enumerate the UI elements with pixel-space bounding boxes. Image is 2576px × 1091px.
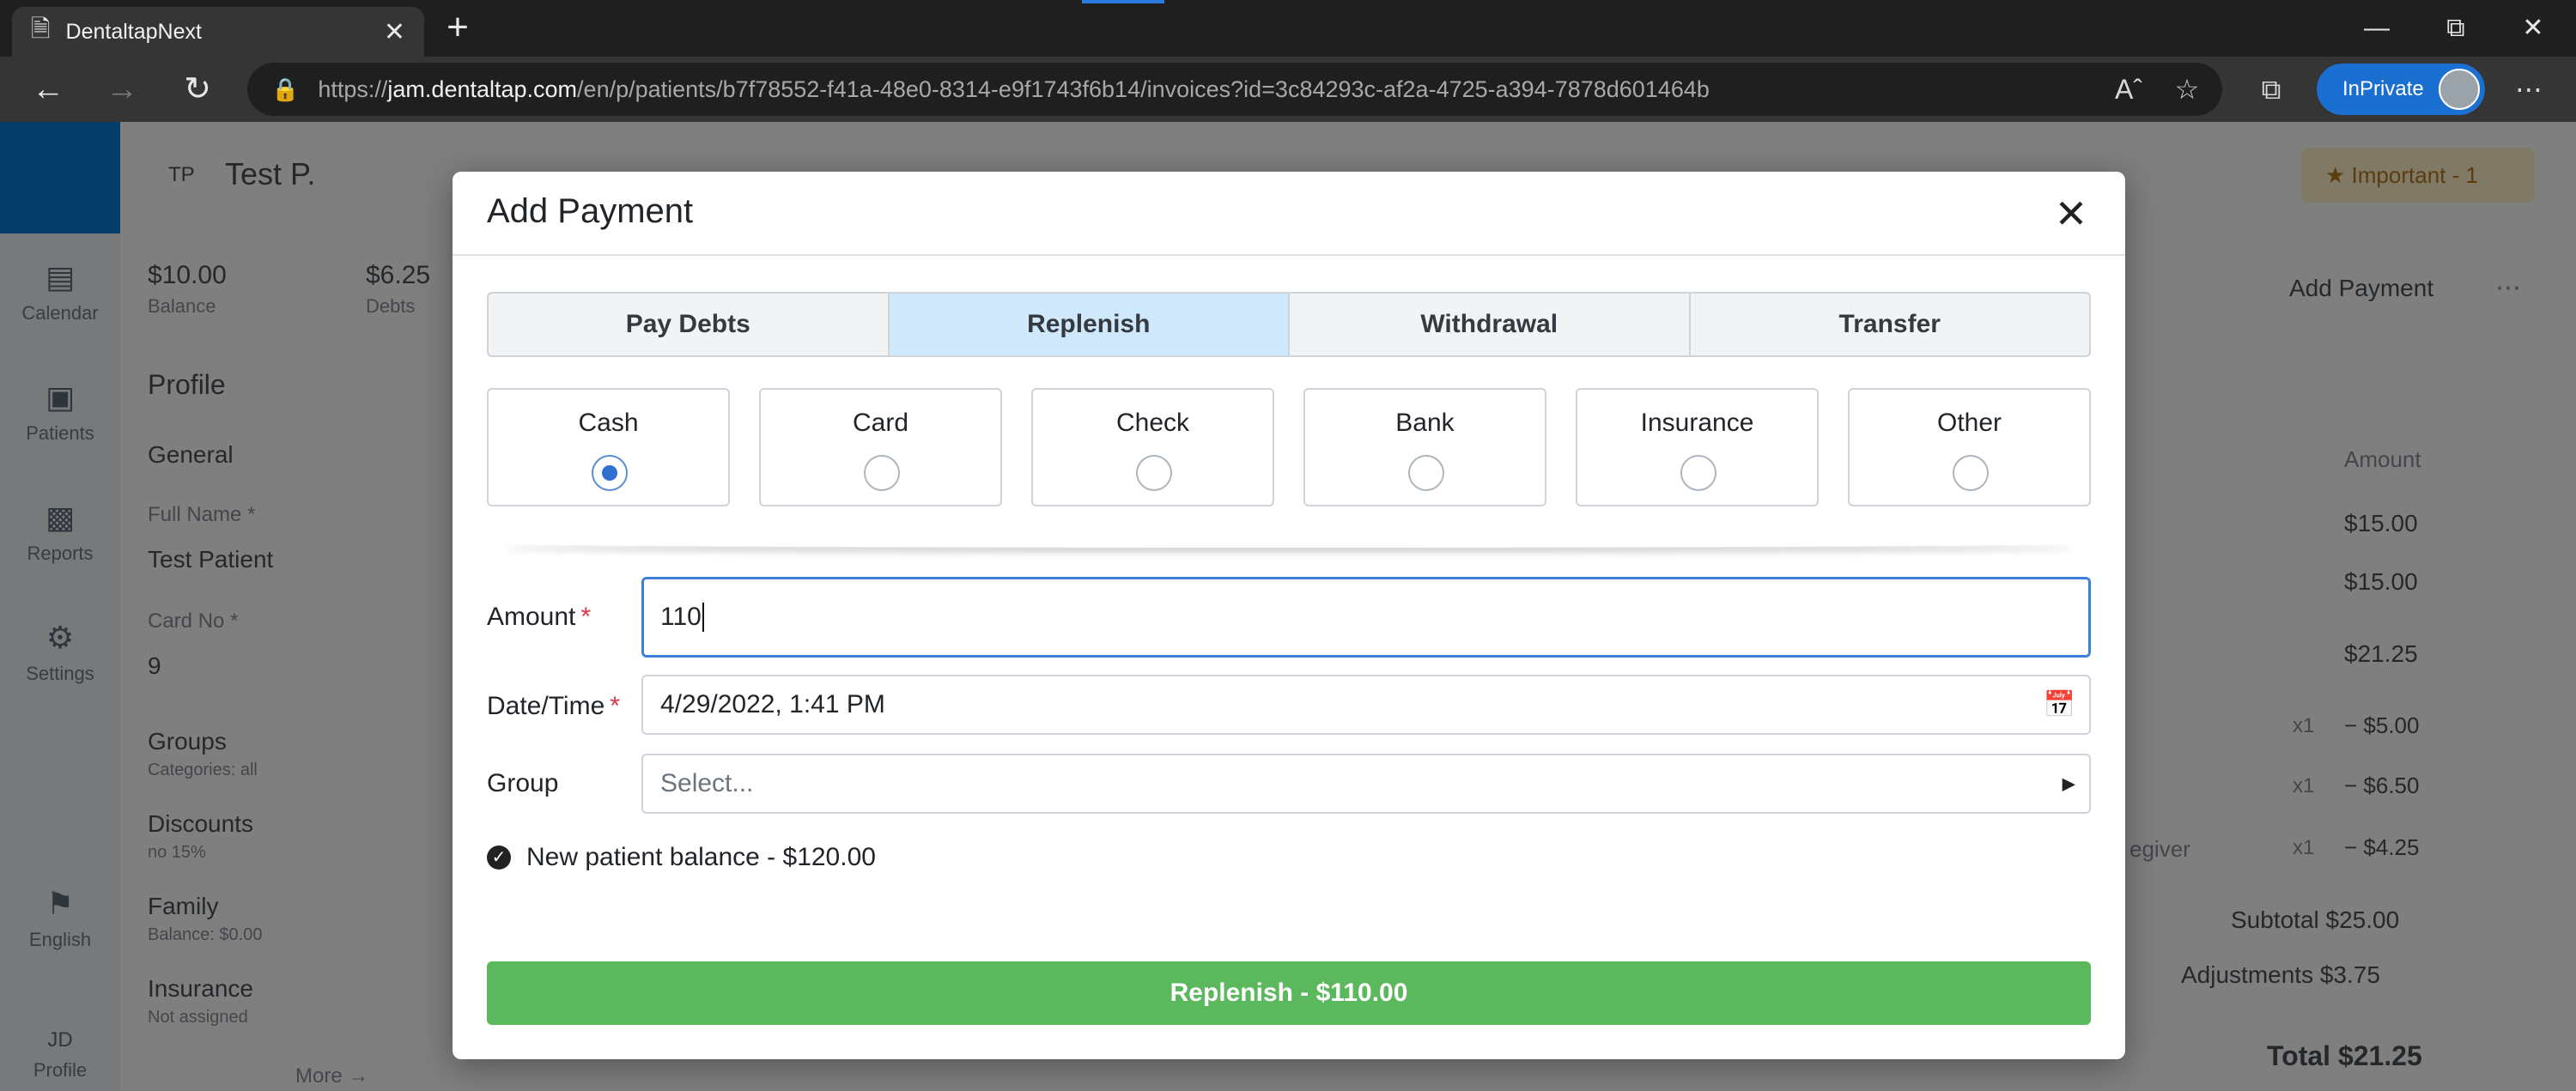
new-balance-note: ✓ New patient balance - $120.00 [487, 843, 876, 872]
modal-title: Add Payment [487, 192, 694, 230]
browser-tab[interactable]: 🗎 DentaltapNext ✕ [12, 7, 424, 57]
forward-icon[interactable]: → [96, 67, 148, 112]
datetime-value: 4/29/2022, 1:41 PM [660, 690, 885, 718]
amount-input[interactable]: 110 [641, 577, 2091, 658]
method-card[interactable]: Card [759, 388, 1002, 506]
method-cash[interactable]: Cash [487, 388, 730, 506]
inprivate-badge[interactable]: InPrivate [2317, 64, 2485, 115]
datetime-input[interactable]: 4/29/2022, 1:41 PM 📅 [641, 675, 2091, 735]
inprivate-label: InPrivate [2342, 77, 2424, 100]
method-label: Cash [578, 409, 639, 437]
calendar-icon[interactable]: 📅 [2044, 690, 2075, 720]
method-other[interactable]: Other [1848, 388, 2091, 506]
window-close-icon[interactable]: ✕ [2507, 7, 2559, 50]
tab-withdrawal[interactable]: Withdrawal [1290, 294, 1691, 355]
tab-close-icon[interactable]: ✕ [384, 17, 405, 47]
page-icon: 🗎 [31, 15, 51, 42]
tab-pay-debts[interactable]: Pay Debts [489, 294, 890, 355]
radio-check[interactable] [1136, 455, 1172, 491]
url-text: https://jam.dentaltap.com/en/p/patients/… [318, 76, 1710, 102]
text-caret [702, 603, 704, 632]
close-icon[interactable]: ✕ [2051, 194, 2091, 233]
new-tab-button[interactable]: + [436, 9, 479, 48]
method-label: Insurance [1640, 409, 1754, 437]
payment-methods: Cash Card Check Bank Insurance Other [487, 388, 2091, 506]
collections-icon[interactable]: ⧉ [2250, 70, 2293, 108]
reload-icon[interactable]: ↻ [172, 67, 223, 112]
tab-transfer[interactable]: Transfer [1691, 294, 2090, 355]
back-icon[interactable]: ← [22, 67, 74, 112]
method-bank[interactable]: Bank [1303, 388, 1546, 506]
address-bar[interactable]: 🔒 https://jam.dentaltap.com/en/p/patient… [247, 63, 2222, 116]
radio-card[interactable] [864, 455, 900, 491]
check-circle-icon: ✓ [487, 846, 511, 870]
method-label: Bank [1395, 409, 1455, 437]
radio-other[interactable] [1953, 455, 1989, 491]
group-label: Group [487, 769, 559, 797]
profile-avatar [2439, 69, 2480, 110]
radio-bank[interactable] [1408, 455, 1444, 491]
replenish-button[interactable]: Replenish - $110.00 [487, 961, 2091, 1025]
amount-label: Amount * [487, 603, 592, 631]
loading-indicator [1082, 0, 1164, 3]
browser-toolbar: ← → ↻ 🔒 https://jam.dentaltap.com/en/p/p… [0, 57, 2576, 122]
lock-icon: 🔒 [271, 76, 300, 102]
radio-cash[interactable] [592, 455, 628, 491]
method-check[interactable]: Check [1031, 388, 1274, 506]
payment-type-tabs: Pay Debts Replenish Withdrawal Transfer [487, 292, 2091, 357]
section-divider [504, 539, 2074, 548]
method-label: Check [1115, 409, 1190, 437]
group-placeholder: Select... [660, 769, 754, 797]
tab-title: DentaltapNext [65, 19, 202, 44]
more-options-icon[interactable]: ⋯ [2507, 70, 2550, 108]
chevron-right-icon: ▶ [2062, 774, 2075, 794]
datetime-label: Date/Time * [487, 692, 620, 720]
modal-header: Add Payment ✕ [453, 172, 2125, 256]
method-label: Other [1936, 409, 2002, 437]
new-balance-text: New patient balance - $120.00 [526, 843, 876, 871]
browser-tab-bar: 🗎 DentaltapNext ✕ + — ⧉ ✕ [0, 0, 2576, 57]
method-insurance[interactable]: Insurance [1576, 388, 1819, 506]
read-aloud-icon[interactable]: Aˆ [2107, 70, 2150, 108]
favorites-add-icon[interactable]: ☆ [2166, 70, 2208, 108]
radio-insurance[interactable] [1680, 455, 1716, 491]
amount-value: 110 [660, 603, 702, 631]
add-payment-modal: Add Payment ✕ Pay Debts Replenish Withdr… [453, 172, 2125, 1059]
tab-replenish[interactable]: Replenish [889, 294, 1290, 355]
group-select[interactable]: Select... ▶ [641, 754, 2091, 814]
method-label: Card [852, 409, 909, 437]
minimize-icon[interactable]: — [2351, 7, 2403, 50]
restore-icon[interactable]: ⧉ [2430, 7, 2482, 50]
